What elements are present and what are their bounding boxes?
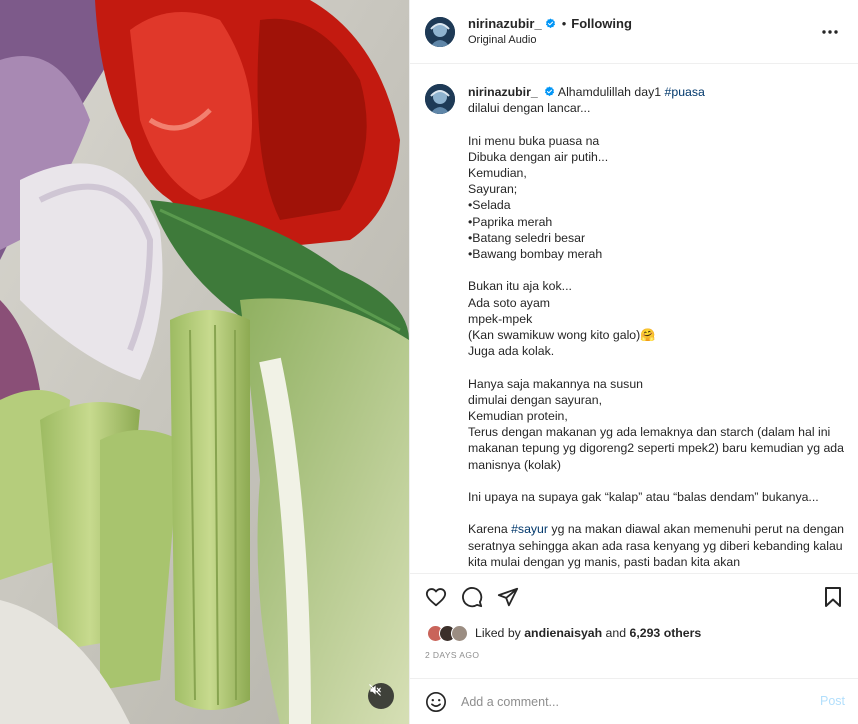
original-audio-link[interactable]: Original Audio <box>468 32 632 49</box>
vegetables-video-frame <box>0 0 409 724</box>
author-avatar[interactable] <box>425 16 455 47</box>
caption-first-line: Alhamdulillah day1 <box>557 85 665 99</box>
following-button[interactable]: Following <box>571 15 632 32</box>
hashtag-sayur-link[interactable]: #sayur <box>511 522 548 536</box>
heart-icon <box>425 588 447 607</box>
hashtag-puasa-link[interactable]: #puasa <box>665 85 705 99</box>
author-username-link[interactable]: nirinazubir_ <box>468 15 542 32</box>
share-button[interactable] <box>496 585 520 609</box>
likes-summary: Liked by andienaisyah and 6,293 others <box>410 622 858 644</box>
more-options-button[interactable] <box>820 22 840 42</box>
comment-icon <box>462 587 483 608</box>
likes-text: Liked by andienaisyah and 6,293 others <box>475 626 701 640</box>
comment-input[interactable] <box>461 694 791 709</box>
more-options-icon <box>822 30 838 34</box>
liker-username-link[interactable]: andienaisyah <box>524 626 602 640</box>
post-comment-button[interactable]: Post <box>820 694 845 708</box>
verified-badge-icon <box>545 17 555 28</box>
post-actions: Liked by andienaisyah and 6,293 others 2… <box>410 573 858 677</box>
post-modal: nirinazubir_ • Following Original Audio <box>0 0 858 724</box>
caption-author-avatar[interactable] <box>425 84 455 114</box>
likes-prefix: Liked by <box>475 626 525 640</box>
emoji-icon[interactable] <box>425 691 447 713</box>
bookmark-icon <box>825 587 841 607</box>
comment-bar: Post <box>410 678 858 724</box>
comment-button[interactable] <box>460 585 484 609</box>
caption-text: nirinazubir_ Alhamdulillah day1 #puasa d… <box>468 84 844 570</box>
save-button[interactable] <box>823 586 845 608</box>
caption-body: dilalui dengan lancar... Ini menu buka p… <box>468 101 844 505</box>
post-side-panel: nirinazubir_ • Following Original Audio <box>409 0 858 724</box>
mute-icon <box>369 684 381 696</box>
liker-avatar <box>451 624 468 642</box>
post-header: nirinazubir_ • Following Original Audio <box>410 0 858 64</box>
like-button[interactable] <box>424 585 448 609</box>
mute-toggle-button[interactable] <box>368 683 394 709</box>
post-video[interactable] <box>0 0 409 724</box>
share-icon <box>497 587 519 607</box>
caption-username-link[interactable]: nirinazubir_ <box>468 85 538 99</box>
caption-section: nirinazubir_ Alhamdulillah day1 #puasa d… <box>410 65 858 573</box>
liker-avatars <box>427 624 468 642</box>
post-date[interactable]: 2 DAYS AGO <box>410 650 858 660</box>
likes-count-link[interactable]: 6,293 others <box>630 626 702 640</box>
likes-middle: and <box>602 626 630 640</box>
header-separator: • <box>561 15 567 31</box>
verified-badge-icon <box>545 86 555 97</box>
caption-last-prefix: Karena <box>468 522 512 537</box>
caption-last-paragraph: Karena #sayur yg na makan diawal akan me… <box>468 521 844 570</box>
